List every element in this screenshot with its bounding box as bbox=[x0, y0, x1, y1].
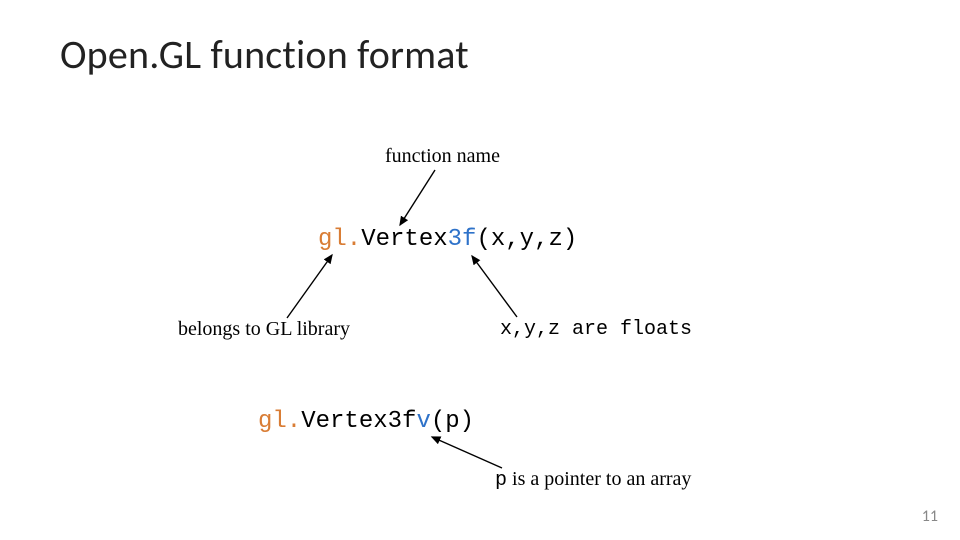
annotation-arrows bbox=[0, 0, 960, 540]
page-number: 11 bbox=[922, 507, 938, 526]
label-pointer: p is a pointer to an array bbox=[495, 468, 691, 492]
label-xyz-floats: x,y,z are floats bbox=[500, 318, 692, 341]
code2-gl-prefix: gl. bbox=[258, 408, 301, 435]
code-glvertex3f: gl.Vertex3f(x,y,z) bbox=[318, 226, 577, 253]
code-suffix-3f: 3f bbox=[448, 226, 477, 253]
code2-suffix-3f: 3f bbox=[388, 408, 417, 435]
code-func-name: Vertex bbox=[361, 226, 447, 253]
code-gl-prefix: gl. bbox=[318, 226, 361, 253]
label-pointer-rest: is a pointer to an array bbox=[507, 468, 691, 490]
code-glvertex3fv: gl.Vertex3fv(p) bbox=[258, 408, 474, 435]
code-args-xyz: (x,y,z) bbox=[476, 226, 577, 253]
label-pointer-p: p bbox=[495, 469, 507, 492]
code2-args-p: (p) bbox=[431, 408, 474, 435]
slide-title: Open.GL function format bbox=[60, 30, 469, 79]
label-belongs-to-gl: belongs to GL library bbox=[178, 318, 350, 341]
code2-suffix-v: v bbox=[416, 408, 430, 435]
label-function-name: function name bbox=[385, 145, 500, 168]
code2-func-name: Vertex bbox=[301, 408, 387, 435]
